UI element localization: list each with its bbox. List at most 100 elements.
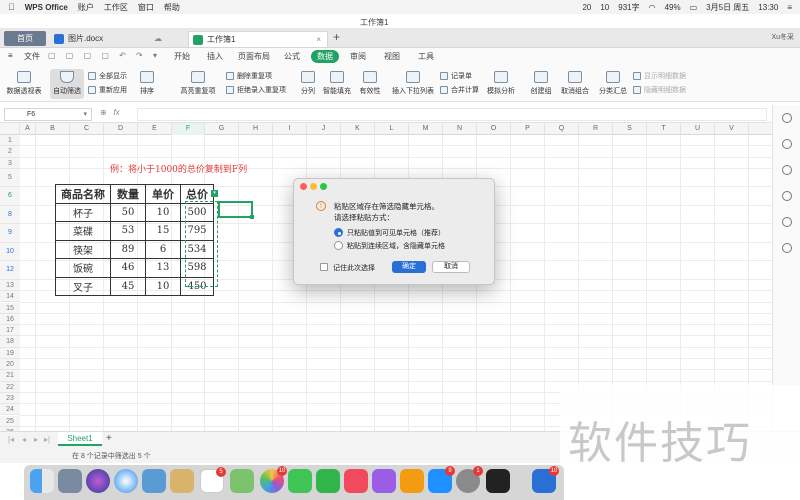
row-header[interactable]: 2: [0, 146, 20, 158]
row-header[interactable]: 16: [0, 313, 20, 326]
ungroup-button[interactable]: 取消组合: [559, 69, 591, 96]
menu-window[interactable]: 窗口: [138, 2, 154, 13]
minimize-window-icon[interactable]: [310, 183, 317, 190]
row-header[interactable]: 10: [0, 242, 20, 262]
last-sheet-icon[interactable]: ▸|: [44, 435, 50, 444]
smart-fill-button[interactable]: 智能填充: [322, 69, 352, 96]
column-header[interactable]: L: [375, 123, 409, 135]
column-header[interactable]: M: [409, 123, 443, 135]
column-header[interactable]: N: [443, 123, 477, 135]
next-sheet-icon[interactable]: ▸: [34, 435, 38, 444]
paste-continuous-radio[interactable]: [334, 241, 343, 250]
sort-button[interactable]: 排序: [134, 69, 160, 96]
table-cell[interactable]: 500: [180, 202, 214, 222]
first-sheet-icon[interactable]: |◂: [8, 435, 14, 444]
row-header[interactable]: 22: [0, 381, 20, 393]
music-icon[interactable]: [344, 469, 368, 493]
clock[interactable]: 13:30: [758, 3, 778, 12]
close-window-icon[interactable]: [300, 183, 307, 190]
column-header[interactable]: J: [307, 123, 341, 135]
safari-icon[interactable]: [114, 469, 138, 493]
formula-input[interactable]: [137, 108, 767, 121]
date[interactable]: 3月5日 周五: [706, 2, 749, 13]
split-column-button[interactable]: 分列: [296, 69, 320, 96]
reject-duplicates-button[interactable]: 拒绝录入重复项: [226, 85, 286, 95]
column-header[interactable]: C: [70, 123, 104, 135]
tab-formula[interactable]: 公式: [278, 50, 306, 63]
row-header[interactable]: 15: [0, 302, 20, 314]
table-cell[interactable]: 6: [145, 239, 181, 259]
menu-help[interactable]: 帮助: [164, 2, 180, 13]
stickies-icon[interactable]: [170, 469, 194, 493]
active-cell-f6[interactable]: [218, 201, 254, 219]
sheet-tab-sheet1[interactable]: Sheet1: [58, 432, 102, 446]
table-cell[interactable]: 15: [145, 221, 181, 241]
menu-account[interactable]: 账户: [78, 2, 94, 13]
word-count[interactable]: 931字: [618, 2, 639, 13]
row-header[interactable]: 12: [0, 261, 20, 280]
messages-icon[interactable]: [288, 469, 312, 493]
preview-icon[interactable]: [142, 469, 166, 493]
autofilter-button[interactable]: 自动筛选: [50, 69, 84, 99]
status-item-20[interactable]: 20: [582, 3, 591, 12]
row-header[interactable]: 9: [0, 224, 20, 243]
pivot-table-button[interactable]: 数据透视表: [6, 69, 42, 96]
header-cell[interactable]: 单价: [145, 184, 181, 204]
row-header[interactable]: 25: [0, 415, 20, 427]
row-header[interactable]: 21: [0, 370, 20, 382]
paste-visible-only-radio[interactable]: [334, 228, 343, 237]
name-box[interactable]: F6 ▾: [4, 108, 92, 121]
battery-level[interactable]: 49%: [665, 3, 681, 12]
wifi-icon[interactable]: ◠: [649, 3, 656, 12]
show-detail-button[interactable]: 显示明细数据: [633, 71, 686, 81]
table-cell[interactable]: 筷架: [55, 239, 111, 259]
cancel-button[interactable]: 取消: [432, 261, 470, 273]
row-header[interactable]: 5: [0, 168, 20, 188]
reapply-button[interactable]: 重新应用: [88, 85, 127, 95]
table-cell[interactable]: 46: [110, 258, 146, 278]
what-if-analysis-button[interactable]: 模拟分析: [484, 69, 518, 96]
row-header[interactable]: 1: [0, 135, 20, 147]
column-header[interactable]: Q: [545, 123, 579, 135]
wps-icon[interactable]: 10: [532, 466, 559, 493]
table-cell[interactable]: 10: [145, 276, 181, 296]
column-header[interactable]: O: [477, 123, 511, 135]
row-header[interactable]: 8: [0, 205, 20, 225]
books-icon[interactable]: [400, 469, 424, 493]
close-tab-icon[interactable]: ×: [316, 32, 321, 48]
tab-xlsx[interactable]: 工作簿1 ×: [188, 31, 328, 47]
table-cell[interactable]: 53: [110, 221, 146, 241]
maps-icon[interactable]: [230, 469, 254, 493]
battery-icon[interactable]: ▭: [690, 3, 698, 12]
show-all-button[interactable]: 全部显示: [88, 71, 127, 81]
table-cell[interactable]: 450: [180, 276, 214, 296]
column-header[interactable]: K: [341, 123, 375, 135]
table-cell[interactable]: 菜碟: [55, 221, 111, 241]
table-cell[interactable]: 598: [180, 258, 214, 278]
tab-file[interactable]: 文件: [18, 50, 46, 63]
table-cell[interactable]: 饭碗: [55, 258, 111, 278]
column-header[interactable]: I: [273, 123, 307, 135]
tab-page-layout[interactable]: 页面布局: [232, 50, 276, 63]
siri-icon[interactable]: [86, 469, 110, 493]
table-cell[interactable]: 534: [180, 239, 214, 259]
row-header[interactable]: 17: [0, 325, 20, 337]
tab-view[interactable]: 视图: [378, 50, 406, 63]
user-account[interactable]: Xu冬采: [771, 32, 794, 42]
column-header[interactable]: G: [205, 123, 239, 135]
menu-icon[interactable]: ≡: [8, 51, 13, 60]
row-header[interactable]: 13: [0, 279, 20, 292]
settings-icon[interactable]: [782, 217, 792, 227]
table-cell[interactable]: 叉子: [55, 276, 111, 296]
validity-button[interactable]: 有效性: [356, 69, 384, 96]
tab-insert[interactable]: 插入: [201, 50, 229, 63]
add-sheet-button[interactable]: +: [106, 433, 112, 444]
table-cell[interactable]: 795: [180, 221, 214, 241]
photos-icon[interactable]: 10: [260, 466, 287, 493]
column-header[interactable]: T: [647, 123, 681, 135]
tab-home[interactable]: 首页: [4, 31, 46, 46]
row-header[interactable]: 18: [0, 336, 20, 348]
remember-choice-label[interactable]: 记住此次选择: [333, 263, 375, 273]
row-header[interactable]: 14: [0, 291, 20, 303]
prev-sheet-icon[interactable]: ◂: [22, 435, 26, 444]
